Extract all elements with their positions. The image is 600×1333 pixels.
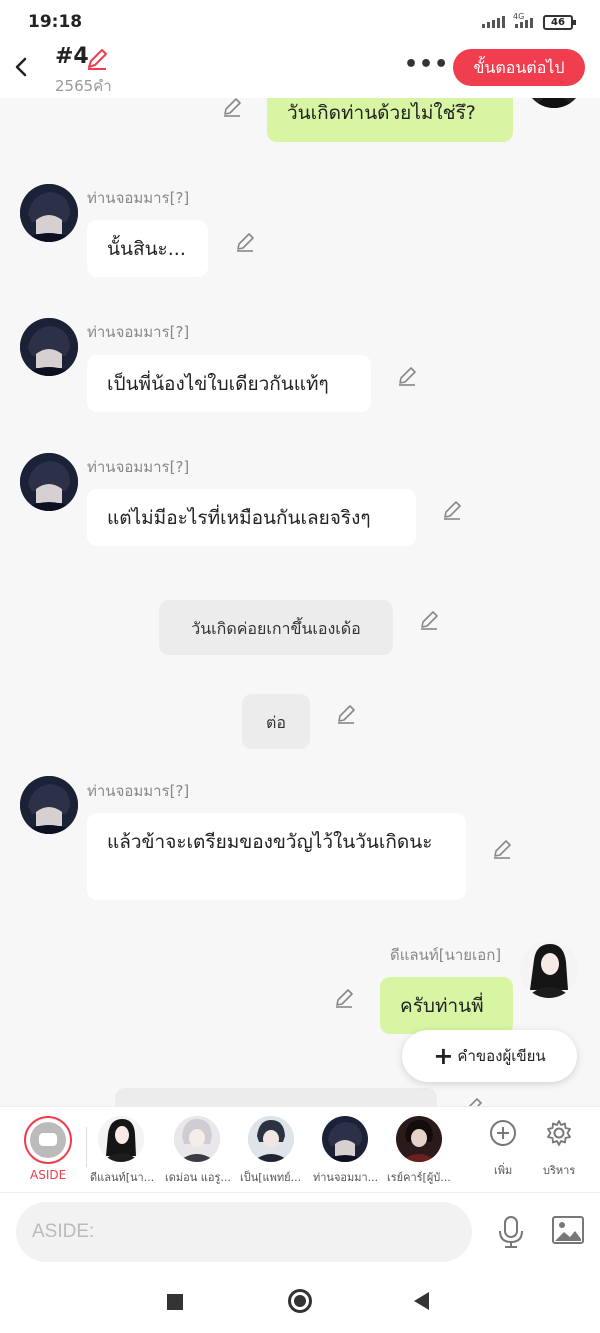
settings-gear-icon[interactable]: [545, 1119, 573, 1147]
sender-name: ท่านจอมมาร[?]: [87, 458, 190, 476]
message-input[interactable]: [16, 1202, 472, 1262]
sender-name: ท่านจอมมาร[?]: [87, 323, 190, 341]
character-avatar-damon[interactable]: [174, 1116, 220, 1162]
aside-label: ASIDE: [30, 1168, 67, 1182]
message-bubble[interactable]: นั้นสินะ...: [87, 220, 208, 277]
divider: [86, 1127, 87, 1167]
message-text: เป็นพี่น้องไข่ใบเดียวกันแท้ๆ: [107, 373, 329, 395]
message-text: ครับท่านพี่: [400, 995, 484, 1017]
edit-message-icon[interactable]: [441, 499, 463, 521]
add-character-icon[interactable]: [489, 1119, 517, 1147]
edit-message-icon[interactable]: [333, 987, 355, 1009]
back-nav-icon[interactable]: [414, 1292, 429, 1310]
recent-apps-icon[interactable]: [167, 1294, 183, 1310]
sender-name: ท่านจอมมาร[?]: [87, 782, 190, 800]
avatar-demon-lord: [20, 184, 78, 242]
message-text: วันเกิดท่านด้วยไม่ใช่รึ?: [287, 102, 476, 124]
message-bubble[interactable]: แต่ไม่มีอะไรที่เหมือนกันเลยจริงๆ: [87, 489, 416, 546]
image-icon[interactable]: [551, 1215, 585, 1245]
aside-selector[interactable]: [24, 1116, 72, 1164]
message-text: วันเกิดค่อยเกาขึ้นเองเด้อ: [191, 619, 361, 638]
avatar-demon-lord: [20, 776, 78, 834]
status-time: 19:18: [28, 12, 83, 32]
system-message[interactable]: วันเกิดค่อยเกาขึ้นเองเด้อ: [159, 600, 393, 655]
sender-name: ท่านจอมมาร[?]: [87, 189, 190, 207]
more-options-icon[interactable]: •••: [404, 52, 449, 77]
edit-message-icon[interactable]: [396, 365, 418, 387]
signal-icon-2: [515, 18, 533, 28]
aside-icon: [30, 1122, 66, 1158]
back-icon[interactable]: [12, 52, 32, 82]
avatar: [525, 98, 583, 108]
character-label: เป็น[แพทย์...: [240, 1171, 302, 1184]
message-bubble[interactable]: แล้วข้าจะเตรียมของขวัญไว้ในวันเกิดนะ: [87, 813, 466, 900]
character-avatar-raycar[interactable]: [396, 1116, 442, 1162]
edit-message-icon[interactable]: [491, 838, 513, 860]
word-count: 2565คำ: [55, 77, 112, 95]
sender-name: ดีแลนท์[นายเอก]: [390, 946, 502, 964]
author-note-label: คำของผู้เขียน: [457, 1047, 546, 1065]
character-label: ท่านจอมมา...: [313, 1171, 379, 1184]
input-bar: [0, 1192, 600, 1270]
message-bubble[interactable]: เป็นพี่น้องไข่ใบเดียวกันแท้ๆ: [87, 355, 371, 412]
message-bubble[interactable]: ครับท่านพี่: [380, 977, 513, 1034]
character-label: ดีแลนท์[นา...: [90, 1171, 155, 1184]
character-avatar-demon-lord[interactable]: [322, 1116, 368, 1162]
edit-title-icon[interactable]: [84, 46, 110, 72]
edit-message-icon[interactable]: [418, 609, 440, 631]
microphone-icon[interactable]: [496, 1215, 526, 1249]
character-label: เดม่อน แอรู...: [165, 1171, 231, 1184]
manage-label: บริหาร: [543, 1164, 576, 1177]
avatar-dylan: [520, 940, 578, 998]
avatar-demon-lord: [20, 318, 78, 376]
edit-message-icon[interactable]: [335, 703, 357, 725]
plus-icon: +: [433, 1042, 454, 1070]
message-text: นั้นสินะ...: [107, 238, 186, 260]
system-message: [115, 1088, 437, 1106]
system-message[interactable]: ต่อ: [242, 694, 310, 749]
message-text: ต่อ: [266, 713, 286, 732]
next-step-button[interactable]: ขั้นตอนต่อไป: [453, 49, 585, 86]
avatar-demon-lord: [20, 453, 78, 511]
home-icon[interactable]: [288, 1289, 312, 1313]
message-text: แล้วข้าจะเตรียมของขวัญไว้ในวันเกิดนะ: [107, 831, 433, 853]
character-avatar-doctor[interactable]: [248, 1116, 294, 1162]
character-avatar-dylan[interactable]: [98, 1116, 144, 1162]
message-bubble[interactable]: วันเกิดท่านด้วยไม่ใช่รึ?: [267, 98, 513, 142]
signal-icon: [482, 16, 505, 28]
edit-message-icon[interactable]: [221, 98, 243, 118]
chat-area: วันเกิดท่านด้วยไม่ใช่รึ? ท่านจอมมาร[?] น…: [0, 98, 600, 1106]
character-bar: ASIDE ดีแลนท์[นา... เดม่อน แอรู... เป็น[…: [0, 1106, 600, 1192]
character-label: เรย์คาร์[ผู้บั...: [387, 1171, 451, 1184]
edit-message-icon[interactable]: [234, 231, 256, 253]
edit-message-icon[interactable]: [462, 1096, 484, 1106]
add-label: เพิ่ม: [494, 1164, 513, 1177]
status-bar: 19:18 4G 46: [0, 0, 600, 44]
battery-icon: 46: [543, 15, 576, 30]
author-note-button[interactable]: + คำของผู้เขียน: [402, 1030, 577, 1082]
system-nav-bar: [0, 1270, 600, 1333]
message-text: แต่ไม่มีอะไรที่เหมือนกันเลยจริงๆ: [107, 507, 371, 529]
header: #4 2565คำ ••• ขั้นตอนต่อไป: [0, 44, 600, 98]
